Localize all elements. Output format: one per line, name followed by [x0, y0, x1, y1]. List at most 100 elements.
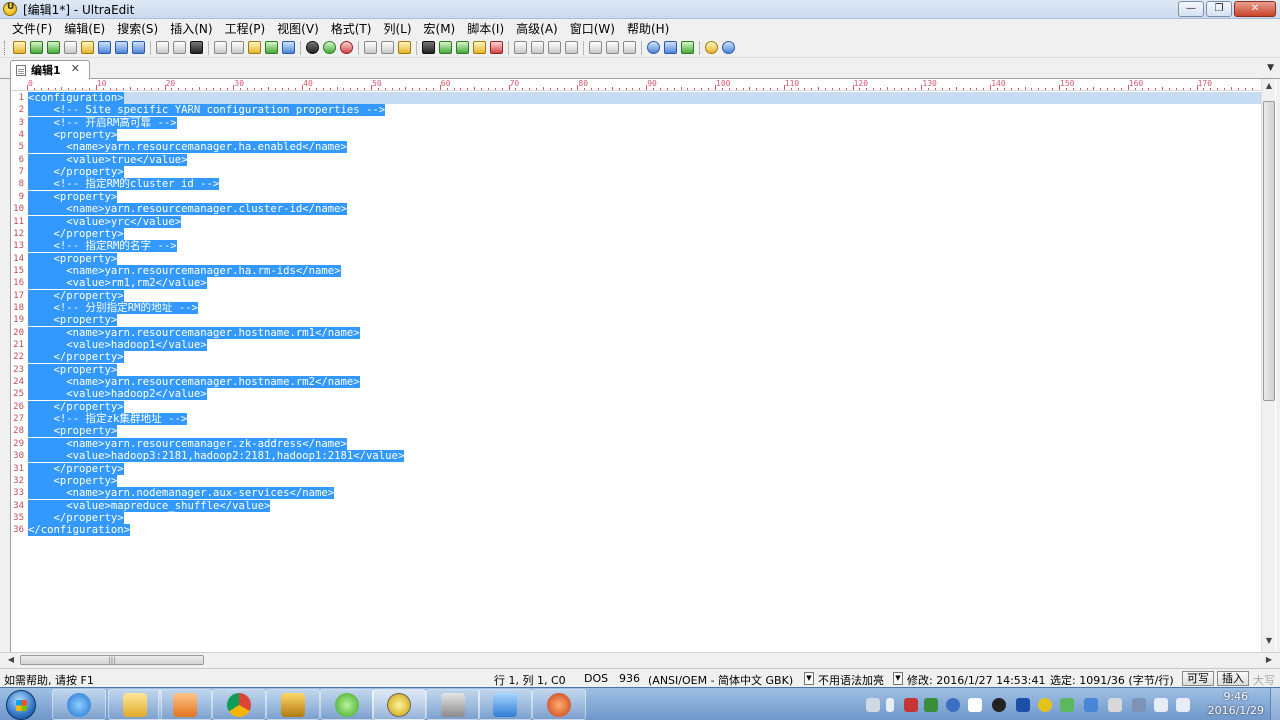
play-macro-icon[interactable] — [323, 41, 336, 54]
scroll-down-icon[interactable]: ▼ — [1262, 634, 1276, 648]
horizontal-scroll-thumb[interactable]: ||| — [20, 655, 204, 665]
code-line[interactable]: <property> — [28, 252, 118, 265]
taskbar-explorer[interactable] — [108, 689, 162, 720]
menu-insert[interactable]: 插入(N) — [164, 20, 218, 37]
taskbar-chrome[interactable] — [212, 689, 266, 720]
back-arrow-icon[interactable] — [30, 41, 43, 54]
scroll-up-icon[interactable]: ▲ — [1262, 79, 1276, 93]
tip-lightbulb-icon[interactable] — [705, 41, 718, 54]
justify-icon[interactable] — [565, 41, 578, 54]
print-icon[interactable] — [156, 41, 169, 54]
menu-search[interactable]: 搜索(S) — [111, 20, 164, 37]
code-line[interactable]: <value>true</value> — [28, 153, 188, 166]
horizontal-scrollbar[interactable]: ◀ ||| ▶ — [0, 652, 1280, 666]
code-line[interactable]: <!-- 分别指定RM的地址 --> — [28, 301, 198, 314]
antivirus-icon[interactable] — [904, 698, 918, 712]
find-icon[interactable] — [422, 41, 435, 54]
taskbar-game[interactable] — [532, 689, 586, 720]
open-file-icon[interactable] — [81, 41, 94, 54]
action-center-icon[interactable] — [1108, 698, 1122, 712]
menu-format[interactable]: 格式(T) — [325, 20, 378, 37]
network-signal-icon[interactable] — [1176, 698, 1190, 712]
menu-help[interactable]: 帮助(H) — [621, 20, 675, 37]
code-line[interactable]: <property> — [28, 190, 118, 203]
copy-icon[interactable] — [381, 41, 394, 54]
save-as-icon[interactable] — [132, 41, 145, 54]
hex-mode-icon[interactable] — [282, 41, 295, 54]
window-cascade-icon[interactable] — [606, 41, 619, 54]
menu-column[interactable]: 列(L) — [377, 20, 417, 37]
code-line[interactable]: <value>rm1,rm2</value> — [28, 277, 207, 290]
menu-edit[interactable]: 编辑(E) — [58, 20, 111, 37]
code-line[interactable]: <name>yarn.resourcemanager.cluster-id</n… — [28, 203, 347, 216]
ultraedit-app-icon[interactable] — [3, 2, 17, 16]
editor-pane[interactable]: 0 10 20 30 40 50 60 70 80 90 100 110 120 130 140 150 160… — [10, 79, 1276, 652]
save-icon[interactable] — [98, 41, 111, 54]
vertical-scroll-thumb[interactable] — [1263, 101, 1275, 401]
tray-expand-icon[interactable] — [886, 698, 894, 712]
taskbar-remote-app[interactable] — [266, 689, 320, 720]
find-next-icon[interactable] — [439, 41, 452, 54]
record-macro-icon[interactable] — [306, 41, 319, 54]
cut-icon[interactable] — [364, 41, 377, 54]
code-line[interactable]: <!-- 指定RM的cluster id --> — [28, 178, 220, 191]
scroll-right-icon[interactable]: ▶ — [1262, 653, 1276, 667]
menu-window[interactable]: 窗口(W) — [564, 20, 621, 37]
tab-close-icon[interactable]: ✕ — [71, 62, 80, 75]
taskbar-virtual-machine[interactable] — [478, 689, 532, 720]
menu-project[interactable]: 工程(P) — [219, 20, 272, 37]
display-icon[interactable] — [1084, 698, 1098, 712]
window-split-icon[interactable] — [623, 41, 636, 54]
taskbar-ultraedit[interactable] — [372, 689, 426, 720]
code-line[interactable]: </property> — [28, 351, 124, 364]
code-line[interactable]: <value>hadoop3:2181,hadoop2:2181,hadoop1… — [28, 450, 405, 463]
forward-arrow-icon[interactable] — [47, 41, 60, 54]
code-line[interactable]: <configuration> — [28, 92, 124, 104]
bluetooth-icon[interactable] — [1016, 698, 1030, 712]
text-area[interactable]: <configuration> <!-- Site specific YARN … — [28, 92, 1262, 638]
keyboard-icon[interactable] — [866, 698, 880, 712]
code-line[interactable]: </property> — [28, 289, 124, 302]
tab-list-dropdown-icon[interactable]: ▼ — [1267, 63, 1274, 73]
replace-icon[interactable] — [473, 41, 486, 54]
help-icon[interactable] — [722, 41, 735, 54]
minimize-button[interactable]: — — [1178, 1, 1204, 17]
window-tile-icon[interactable] — [589, 41, 602, 54]
align-center-icon[interactable] — [531, 41, 544, 54]
power-icon[interactable] — [1132, 698, 1146, 712]
stop-macro-icon[interactable] — [340, 41, 353, 54]
status-line-ending[interactable]: DOS — [584, 672, 608, 685]
network-shield-icon[interactable] — [946, 698, 960, 712]
toolbar-grip[interactable] — [4, 40, 8, 55]
code-line[interactable]: <value>hadoop1</value> — [28, 339, 207, 351]
word-wrap-icon[interactable] — [214, 41, 227, 54]
code-line[interactable]: <!-- 指定zk集群地址 --> — [28, 413, 188, 426]
code-line[interactable]: <property> — [28, 363, 118, 376]
spell-check-icon[interactable] — [248, 41, 261, 54]
code-line[interactable]: <name>yarn.resourcemanager.zk-address</n… — [28, 437, 347, 450]
menu-advanced[interactable]: 高级(A) — [510, 20, 564, 37]
taskbar-app-window[interactable] — [426, 689, 480, 720]
code-line[interactable]: <name>yarn.resourcemanager.hostname.rm1<… — [28, 326, 360, 339]
save-all-icon[interactable] — [115, 41, 128, 54]
toolbar-overflow-icon[interactable] — [739, 41, 745, 54]
open-folder-icon[interactable] — [13, 41, 26, 54]
system-clock[interactable]: 9:46 2016/1/29 — [1208, 690, 1264, 718]
code-line[interactable]: </property> — [28, 166, 124, 179]
code-line[interactable]: <value>hadoop2</value> — [28, 388, 207, 401]
menu-script[interactable]: 脚本(I) — [461, 20, 510, 37]
font-icon[interactable] — [190, 41, 203, 54]
code-line[interactable]: <name>yarn.nodemanager.aux-services</nam… — [28, 487, 335, 500]
code-line[interactable]: </property> — [28, 462, 124, 475]
code-line[interactable]: <property> — [28, 314, 118, 327]
code-line[interactable]: <name>yarn.resourcemanager.ha.rm-ids</na… — [28, 264, 341, 277]
shield-icon[interactable] — [1060, 698, 1074, 712]
tray-app-icon[interactable] — [1038, 698, 1052, 712]
taskbar-ie[interactable] — [52, 689, 106, 720]
paste-icon[interactable] — [398, 41, 411, 54]
close-button[interactable]: ✕ — [1234, 1, 1276, 17]
status-codepage[interactable]: 936 — [619, 672, 640, 685]
code-line[interactable]: <value>yrc</value> — [28, 215, 182, 228]
code-line[interactable]: </property> — [28, 227, 124, 240]
code-line[interactable]: </configuration> — [28, 524, 131, 537]
